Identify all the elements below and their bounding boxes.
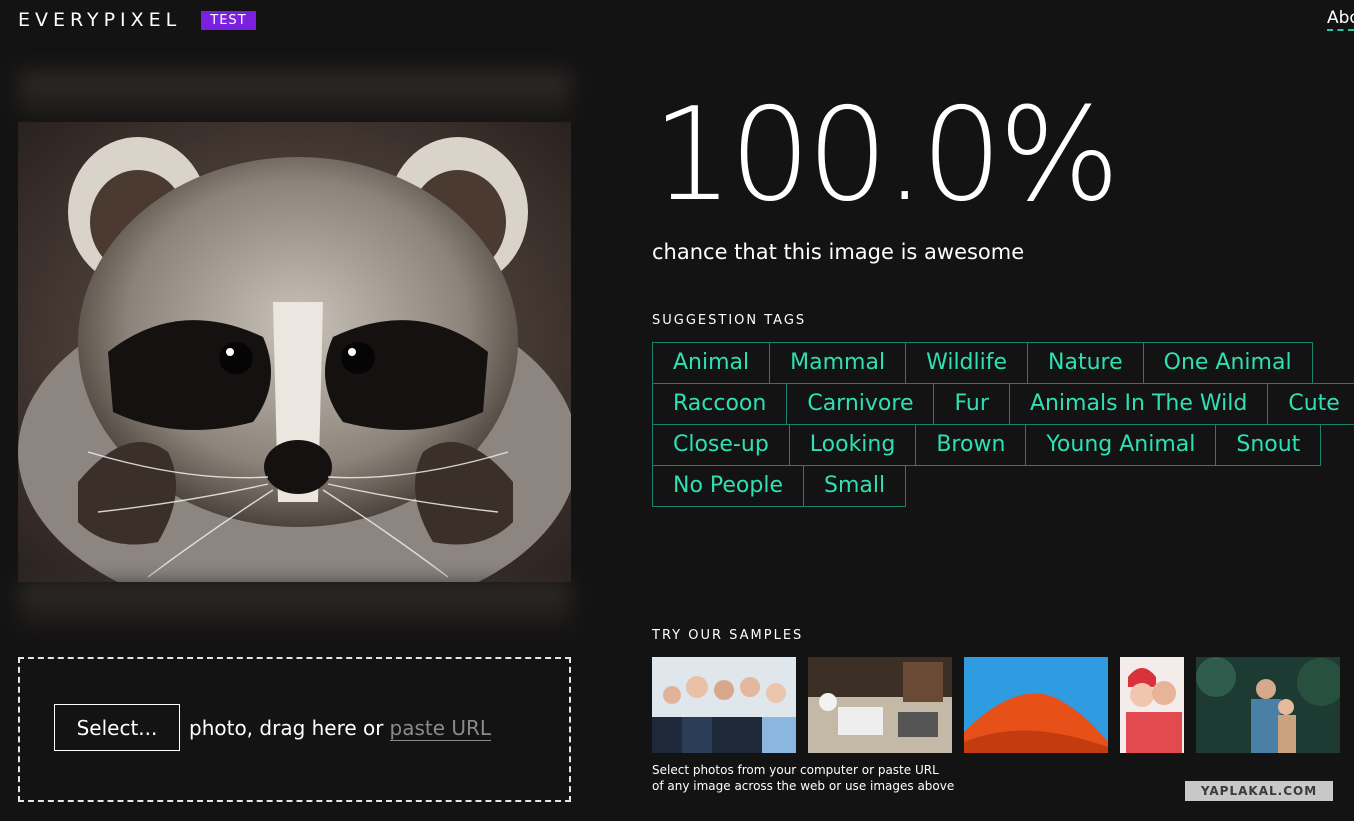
tag-snout[interactable]: Snout: [1215, 424, 1322, 466]
awesome-score: 100.0%: [652, 81, 1120, 230]
uploaded-photo: [18, 122, 571, 582]
suggestion-tags: Animal Mammal Wildlife Nature One Animal Racc…: [652, 342, 1354, 507]
samples-note-line2: of any image across the web or use image…: [652, 779, 955, 793]
sample-image-business-team[interactable]: [652, 657, 796, 753]
desert-dune-thumbnail: [964, 657, 1108, 753]
sample-image-couple[interactable]: [1120, 657, 1184, 753]
tag-row: Animal Mammal Wildlife Nature One Animal: [652, 342, 1354, 384]
suggestion-tags-title: SUGGESTION TAGS: [652, 313, 807, 328]
tag-carnivore[interactable]: Carnivore: [786, 383, 935, 425]
logo[interactable]: EVERYPIXEL TEST: [18, 8, 256, 32]
sample-image-office-desk[interactable]: [808, 657, 952, 753]
office-desk-thumbnail: [808, 657, 952, 753]
tag-animal[interactable]: Animal: [652, 342, 771, 384]
photo-blur-top: [18, 72, 571, 122]
uploaded-photo-area: [18, 72, 571, 632]
tag-mammal[interactable]: Mammal: [769, 342, 907, 384]
tag-row: No People Small: [652, 465, 1354, 507]
watermark: YAPLAKAL.COM: [1185, 781, 1333, 801]
photo-blur-bottom: [18, 582, 571, 632]
couple-thumbnail: [1120, 657, 1184, 753]
tag-young-animal[interactable]: Young Animal: [1025, 424, 1217, 466]
samples-title: TRY OUR SAMPLES: [652, 628, 804, 643]
score-caption: chance that this image is awesome: [652, 240, 1025, 264]
sample-image-family-forest[interactable]: [1196, 657, 1340, 753]
tag-fur[interactable]: Fur: [933, 383, 1010, 425]
select-photo-button[interactable]: Select...: [54, 704, 180, 751]
paste-url-link[interactable]: paste URL: [389, 716, 492, 741]
family-forest-thumbnail: [1196, 657, 1340, 753]
tag-animals-in-the-wild[interactable]: Animals In The Wild: [1008, 383, 1269, 425]
sample-images: [652, 657, 1340, 753]
tag-no-people[interactable]: No People: [652, 465, 804, 507]
tag-small[interactable]: Small: [803, 465, 907, 507]
tag-raccoon[interactable]: Raccoon: [652, 383, 788, 425]
upload-dropzone[interactable]: Select... photo, drag here or paste URL: [18, 657, 571, 802]
tag-wildlife[interactable]: Wildlife: [905, 342, 1029, 384]
sample-image-desert-dune[interactable]: [964, 657, 1108, 753]
about-link[interactable]: About: [1327, 8, 1354, 31]
tag-row: Raccoon Carnivore Fur Animals In The Wild Cu…: [652, 383, 1354, 425]
tag-nature[interactable]: Nature: [1027, 342, 1144, 384]
logo-text: EVERYPIXEL: [18, 9, 182, 31]
drop-instructions: photo, drag here or paste URL: [189, 716, 492, 741]
samples-note: Select photos from your computer or past…: [652, 762, 962, 794]
tag-close-up[interactable]: Close-up: [652, 424, 790, 466]
tag-brown[interactable]: Brown: [915, 424, 1027, 466]
test-badge: TEST: [201, 10, 256, 30]
drop-text: photo, drag here or: [189, 716, 384, 740]
raccoon-image: [18, 122, 571, 582]
samples-note-line1: Select photos from your computer or past…: [652, 763, 939, 777]
tag-looking[interactable]: Looking: [788, 424, 917, 466]
tag-cute[interactable]: Cute: [1267, 383, 1354, 425]
tag-row: Close-up Looking Brown Young Animal Snout: [652, 424, 1354, 466]
business-team-thumbnail: [652, 657, 796, 753]
tag-one-animal[interactable]: One Animal: [1142, 342, 1313, 384]
